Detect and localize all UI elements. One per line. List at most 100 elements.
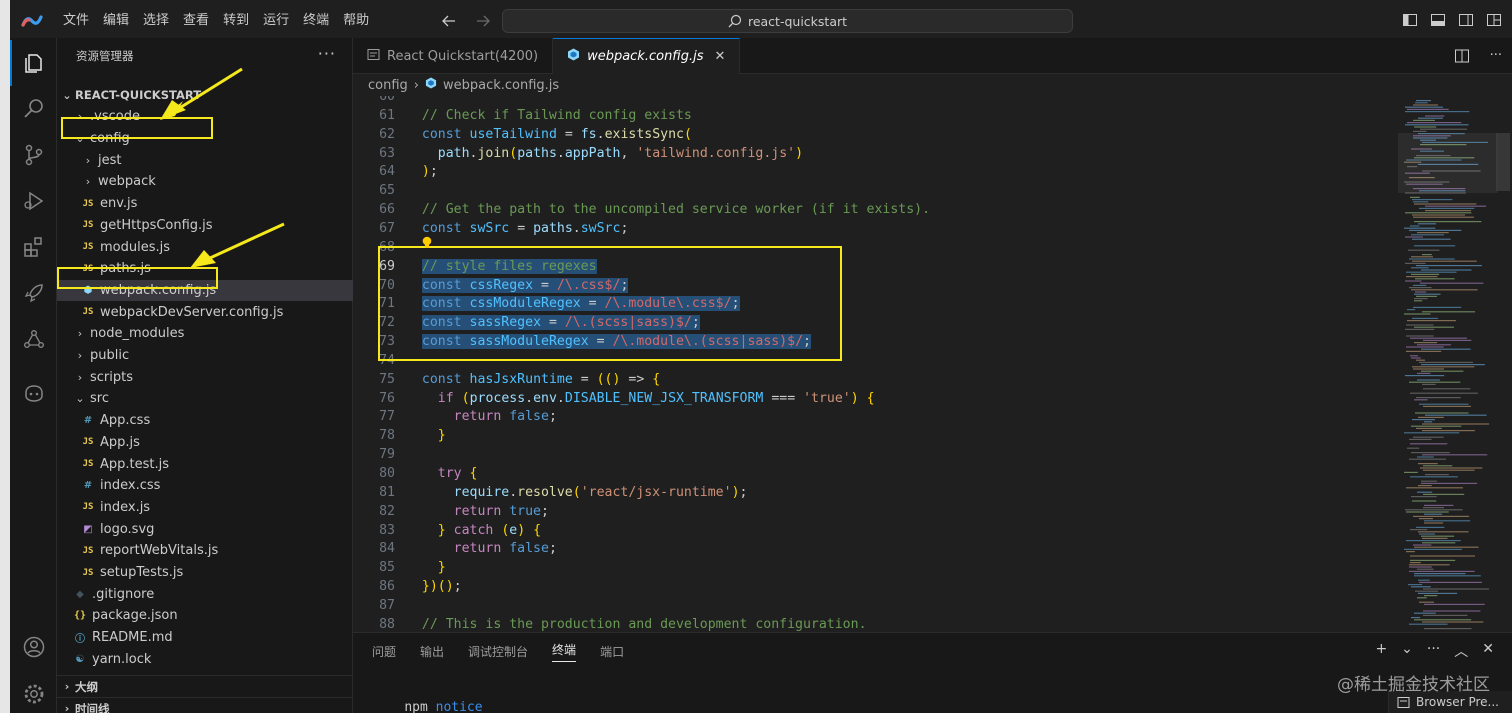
forward-arrow-icon[interactable] bbox=[472, 10, 494, 32]
new-terminal-icon[interactable]: + bbox=[1375, 641, 1387, 661]
account-icon[interactable] bbox=[10, 624, 57, 670]
more-actions-icon[interactable]: ··· bbox=[1427, 641, 1440, 661]
tree-item[interactable]: › node_modules bbox=[57, 323, 353, 345]
settings-gear-icon[interactable] bbox=[10, 671, 57, 713]
tree-item[interactable]: ⓘ README.md bbox=[57, 627, 353, 649]
source-control-icon[interactable] bbox=[10, 132, 57, 178]
menu-edit[interactable]: 编辑 bbox=[96, 9, 136, 33]
code-line: 77 return false; bbox=[353, 407, 1393, 426]
menu-go[interactable]: 转到 bbox=[216, 9, 256, 33]
code-text: } bbox=[437, 428, 446, 444]
tree-item[interactable]: › scripts bbox=[57, 366, 353, 388]
tree-item[interactable]: JS env.js bbox=[57, 193, 353, 215]
toggle-sidebar-icon[interactable] bbox=[1402, 12, 1418, 28]
chevron-right-icon: › bbox=[77, 349, 83, 363]
extensions-icon[interactable] bbox=[10, 224, 57, 270]
menu-run[interactable]: 运行 bbox=[256, 9, 296, 33]
tree-item[interactable]: # App.css bbox=[57, 410, 353, 432]
minimap[interactable] bbox=[1398, 96, 1498, 632]
js-file-icon: JS bbox=[82, 220, 94, 231]
copilot-icon[interactable] bbox=[10, 370, 57, 416]
remote-explorer-icon[interactable] bbox=[10, 316, 57, 362]
line-number: 83 bbox=[379, 522, 395, 538]
code-line: 81 require.resolve('react/jsx-runtime'); bbox=[353, 483, 1393, 502]
code-editor[interactable]: 60 61 // Check if Tailwind config exists 6… bbox=[353, 96, 1393, 632]
customize-layout-icon[interactable] bbox=[1486, 12, 1502, 28]
preview-icon bbox=[367, 48, 380, 65]
vertical-scrollbar[interactable] bbox=[1496, 133, 1510, 191]
toggle-panel-icon[interactable] bbox=[1430, 12, 1446, 28]
toggle-secondary-sidebar-icon[interactable] bbox=[1458, 12, 1474, 28]
tab-react-quickstart[interactable]: React Quickstart(4200) bbox=[353, 38, 554, 74]
tab-ports[interactable]: 端口 bbox=[600, 643, 624, 660]
js-file-icon: JS bbox=[82, 459, 94, 470]
line-number: 81 bbox=[379, 484, 395, 500]
line-number: 64 bbox=[379, 164, 395, 180]
title-bar: 文件 编辑 选择 查看 转到 运行 终端 帮助 react-quickstart bbox=[10, 4, 1512, 38]
back-arrow-icon[interactable] bbox=[438, 10, 460, 32]
command-center-search[interactable]: react-quickstart bbox=[502, 9, 1073, 33]
code-text: } catch (e) { bbox=[437, 522, 542, 538]
preview-icon bbox=[1397, 696, 1410, 708]
tree-item[interactable]: JS App.test.js bbox=[57, 453, 353, 475]
lightbulb-icon[interactable] bbox=[421, 236, 433, 254]
tree-item[interactable]: JS App.js bbox=[57, 432, 353, 454]
tree-item[interactable]: {} package.json bbox=[57, 605, 353, 627]
yarn-file-icon: ☯ bbox=[75, 653, 85, 665]
webpack-file-icon bbox=[567, 48, 580, 65]
command-center-text: react-quickstart bbox=[747, 13, 848, 29]
tree-item[interactable]: ◆ .gitignore bbox=[57, 583, 353, 605]
run-debug-icon[interactable] bbox=[10, 178, 57, 224]
close-icon[interactable]: ✕ bbox=[714, 49, 725, 64]
breadcrumb-file[interactable]: webpack.config.js bbox=[443, 78, 559, 93]
code-text: try { bbox=[437, 466, 478, 481]
code-text: const hasJsxRuntime = (() => { bbox=[421, 371, 661, 387]
tree-item-label: node_modules bbox=[90, 326, 185, 342]
tree-item[interactable]: ⌄ src bbox=[57, 388, 353, 410]
tab-webpack-config[interactable]: webpack.config.js ✕ bbox=[553, 38, 741, 74]
menu-view[interactable]: 查看 bbox=[176, 9, 216, 33]
rocket-icon[interactable] bbox=[10, 270, 57, 316]
line-number: 61 bbox=[379, 107, 395, 123]
tab-problems[interactable]: 问题 bbox=[372, 643, 396, 660]
tree-item[interactable]: JS reportWebVitals.js bbox=[57, 540, 353, 562]
menu-file[interactable]: 文件 bbox=[56, 9, 96, 33]
tab-terminal[interactable]: 终端 bbox=[552, 641, 577, 662]
tree-item[interactable]: › jest bbox=[57, 149, 353, 171]
tree-item[interactable]: JS webpackDevServer.config.js bbox=[57, 301, 353, 323]
split-editor-icon[interactable] bbox=[1454, 48, 1470, 64]
tree-item[interactable]: ◩ logo.svg bbox=[57, 518, 353, 540]
tree-item[interactable]: › public bbox=[57, 345, 353, 367]
close-icon[interactable]: ✕ bbox=[1482, 641, 1494, 661]
menu-help[interactable]: 帮助 bbox=[336, 9, 376, 33]
tab-output[interactable]: 输出 bbox=[420, 643, 444, 660]
chevron-right-icon: › bbox=[64, 702, 70, 713]
code-line: 82 return true; bbox=[353, 502, 1393, 521]
code-line: 66 // Get the path to the uncompiled ser… bbox=[353, 200, 1393, 219]
code-text: return false; bbox=[453, 409, 557, 425]
search-icon[interactable] bbox=[10, 86, 57, 132]
line-number: 65 bbox=[379, 183, 395, 199]
editor-more-icon[interactable]: ··· bbox=[1490, 48, 1502, 64]
breadcrumb-folder[interactable]: config bbox=[368, 78, 408, 93]
explorer-icon[interactable] bbox=[10, 40, 57, 86]
line-number: 76 bbox=[379, 390, 395, 406]
menu-selection[interactable]: 选择 bbox=[136, 9, 176, 33]
outline-section[interactable]: › 大纲 bbox=[57, 675, 353, 697]
code-line: 84 return false; bbox=[353, 539, 1393, 558]
timeline-section[interactable]: › 时间线 bbox=[57, 697, 353, 713]
tree-item[interactable]: JS setupTests.js bbox=[57, 562, 353, 584]
code-line: 78 } bbox=[353, 426, 1393, 445]
tree-item[interactable]: JS index.js bbox=[57, 497, 353, 519]
line-number: 82 bbox=[379, 503, 395, 519]
code-line: 85 } bbox=[353, 558, 1393, 577]
tab-debug-console[interactable]: 调试控制台 bbox=[468, 643, 528, 660]
chevron-up-icon[interactable]: ︿ bbox=[1454, 641, 1468, 661]
tree-item-label: webpack bbox=[98, 174, 156, 190]
tree-item[interactable]: # index.css bbox=[57, 475, 353, 497]
chevron-down-icon[interactable]: ⌄ bbox=[1401, 641, 1413, 661]
tree-item[interactable]: › webpack bbox=[57, 171, 353, 193]
more-actions-icon[interactable]: ··· bbox=[318, 44, 336, 63]
menu-terminal[interactable]: 终端 bbox=[296, 9, 336, 33]
tree-item[interactable]: ☯ yarn.lock bbox=[57, 649, 353, 671]
